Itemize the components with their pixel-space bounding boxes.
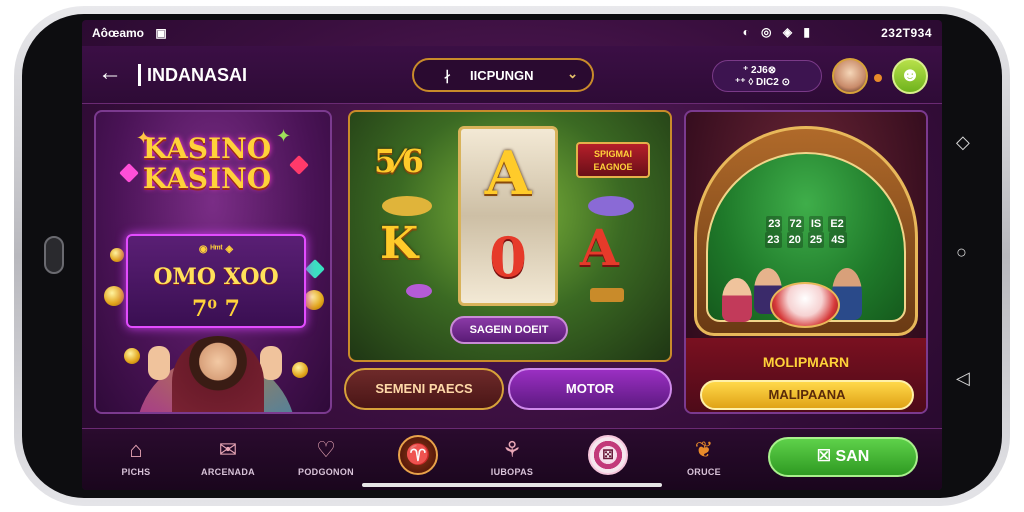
back-arrow-icon[interactable]: ← (98, 60, 124, 86)
table-cell: 23 (765, 232, 782, 248)
reel-symbol-left-gem (406, 284, 432, 298)
coin-icon (124, 348, 140, 364)
gem-icon (305, 259, 325, 279)
reel-symbol-right-oval (588, 196, 634, 216)
status-icons: ◐ ◎ ◈ ▮ (742, 25, 814, 39)
table-game-title: MOLIPMARN (762, 354, 850, 370)
play-table-button[interactable]: MALIPAANA (700, 380, 914, 410)
kasino-logo: KASINO KASINO (132, 134, 282, 194)
table-cell: 23 (766, 216, 783, 232)
reel-symbol-right: A (580, 218, 619, 277)
recent-apps-icon[interactable]: ◇ (956, 132, 970, 153)
secondary-action-button[interactable]: SEMENI PAECS (344, 368, 504, 410)
logo-line-1: KASINO (142, 132, 272, 165)
category-dropdown[interactable]: ∤ IICPUNGN ⌄ (412, 58, 594, 92)
table-number-grid: 23 72 IS E2 23 20 25 4S (716, 216, 896, 248)
chevron-down-icon: ⌄ (567, 66, 578, 81)
slot-preview: ◉ ᴴᵐᵗ ◈ OMO XOO 7⁰ 7 (126, 234, 306, 328)
balance-pill[interactable]: ⁺ 2J6⊗ ⁺⁺ ◊ DIC2 ⊙ (712, 60, 822, 92)
home-indicator[interactable] (362, 483, 662, 487)
table-cell: 20 (786, 232, 803, 248)
slot-row-bottom: 7⁰ 7 (192, 296, 240, 322)
home-icon: ⌂ (129, 437, 143, 462)
nav-bonus[interactable]: ⚘ IUBOPAS (472, 435, 552, 487)
app-screen: Aôœamo ▣ ◐ ◎ ◈ ▮ 232T934 ← INDANASAI ∤ I… (82, 20, 942, 490)
coin-icon (304, 290, 324, 310)
nav-center[interactable]: ♈ (378, 435, 458, 487)
bottom-nav: ⌂ PICHS ✉ ARCENADA ♡ PODGONON ♈ ⚘ IUBOPA… (82, 428, 942, 490)
notification-dot (874, 74, 882, 82)
nav-label: PICHS (121, 467, 151, 477)
nav-label: PODGONON (298, 467, 354, 477)
home-button-icon[interactable]: ○ (956, 242, 967, 263)
leaf-icon: ❦ (694, 437, 714, 462)
nav-chip[interactable]: ⚄ (568, 435, 648, 487)
status-time: 232T934 (881, 26, 932, 40)
slot-reel-center: A 0 (458, 126, 558, 306)
reel-symbol-right-bar (590, 288, 624, 302)
slot-row-top: ◉ ᴴᵐᵗ ◈ (198, 244, 234, 255)
game-card-table[interactable]: 23 72 IS E2 23 20 25 4S MOLIPMARN MALIPA… (684, 110, 928, 414)
table-cell: E2 (828, 216, 846, 232)
host-hand-left (148, 346, 170, 380)
primary-action-button[interactable]: MOTOR (508, 368, 672, 410)
nav-label: ORUCE (686, 467, 721, 477)
sign-in-button[interactable]: ☒ SAN (768, 437, 918, 477)
reel-symbol-center-top: A (484, 139, 532, 209)
centerpiece-cake (770, 282, 840, 328)
reel-symbol-left-mid: K (380, 218, 419, 269)
coin-icon (292, 362, 308, 378)
slot-row-main: OMO XOO (153, 264, 279, 290)
nav-label: IUBOPAS (490, 467, 534, 477)
table-cell: 4S (829, 232, 847, 248)
slot-badge: SPIGMAI EAGNOE (576, 142, 650, 178)
poker-chip-icon: ⚄ (588, 435, 628, 475)
logo-line-2: KASINO (142, 162, 272, 195)
game-card-kasino[interactable]: ✦ ✦ KASINO KASINO ◉ ᴴᵐᵗ ◈ OMO XOO 7⁰ 7 (94, 110, 332, 414)
player-figure (722, 278, 752, 322)
table-row: 23 72 IS E2 (716, 216, 896, 232)
table-cell: IS (808, 216, 824, 232)
status-badge-icon: ▣ (155, 26, 167, 40)
envelope-icon: ✉ (218, 437, 238, 462)
flower-icon: ⚘ (502, 437, 522, 462)
nav-arcade[interactable]: ✉ ARCENADA (188, 435, 268, 487)
back-nav-icon[interactable]: ◁ (956, 368, 970, 389)
dropdown-label: IICPUNGN (470, 68, 534, 83)
nav-home[interactable]: ⌂ PICHS (96, 435, 176, 487)
side-camera (44, 236, 64, 274)
slot-spin-pill[interactable]: SAGEIN DOEIT (450, 316, 568, 344)
table-cell: 25 (807, 232, 825, 248)
reel-symbol-left-oval (382, 196, 432, 216)
table-row: 23 20 25 4S (716, 232, 896, 248)
host-character (172, 336, 264, 412)
dropdown-lead-icon: ∤ (444, 68, 451, 83)
profile-button[interactable]: ☻ (892, 58, 928, 94)
reel-symbol-left-top: 5⁄6 (374, 142, 424, 180)
status-left: Aôœamo ▣ (92, 26, 167, 40)
gem-icon (289, 155, 309, 175)
page-title: INDANASAI (138, 64, 247, 86)
balance-line-1: ⁺ 2J6⊗ (743, 65, 777, 76)
heart-icon: ♡ (316, 437, 336, 462)
top-header: ← INDANASAI ∤ IICPUNGN ⌄ ⁺ 2J6⊗ ⁺⁺ ◊ DIC… (82, 46, 942, 104)
reel-symbol-center-bottom: 0 (489, 225, 527, 289)
nav-other[interactable]: ❦ ORUCE (664, 435, 744, 487)
nav-label: ARCENADA (201, 467, 255, 477)
coin-icon (110, 248, 124, 262)
status-bar: Aôœamo ▣ ◐ ◎ ◈ ▮ 232T934 (82, 20, 942, 46)
game-card-slots[interactable]: 5⁄6 K A 0 SPIGMAI EAGNOE A SAGEIN DOEIT (348, 110, 672, 362)
center-emblem-icon: ♈ (398, 435, 438, 475)
coin-icon (104, 286, 124, 306)
balance-line-2: ⁺⁺ ◊ DIC2 ⊙ (735, 77, 790, 88)
table-cell: 72 (787, 216, 804, 232)
nav-favorites[interactable]: ♡ PODGONON (286, 435, 366, 487)
status-carrier: Aôœamo (92, 26, 144, 40)
avatar[interactable] (832, 58, 868, 94)
